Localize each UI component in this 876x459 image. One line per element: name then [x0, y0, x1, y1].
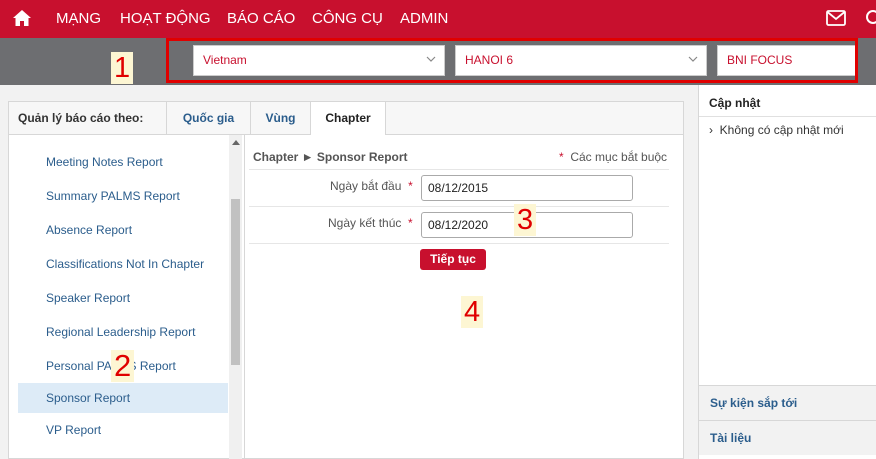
start-date-label-text: Ngày bắt đầu [330, 179, 402, 193]
report-tabs: Quản lý báo cáo theo: Quốc gia Vùng Chap… [9, 102, 683, 135]
report-item-absence[interactable]: Absence Report [18, 215, 228, 245]
form-divider [249, 169, 669, 170]
updates-item: › Không có cập nhật mới [709, 123, 844, 137]
tab-chapter[interactable]: Chapter [310, 102, 386, 135]
upcoming-events-section[interactable]: Sự kiện sắp tới [699, 385, 876, 420]
form-divider [249, 206, 669, 207]
report-item-vp[interactable]: VP Report [18, 415, 228, 445]
nav-admin[interactable]: ADMIN [400, 10, 448, 27]
required-star: * [559, 150, 564, 164]
updates-divider [699, 116, 876, 117]
report-list: Meeting Notes Report Summary PALMS Repor… [18, 135, 228, 459]
form-divider [249, 243, 669, 244]
end-date-label-text: Ngày kết thúc [328, 216, 402, 230]
nav-network[interactable]: MẠNG [56, 10, 101, 27]
report-item-speaker[interactable]: Speaker Report [18, 283, 228, 313]
home-icon[interactable] [12, 9, 32, 27]
top-navbar: MẠNG HOẠT ĐỘNG BÁO CÁO CÔNG CỤ ADMIN [0, 0, 876, 38]
report-panel: Quản lý báo cáo theo: Quốc gia Vùng Chap… [8, 101, 684, 459]
required-star: * [408, 179, 413, 193]
annotation-marker-2: 2 [111, 350, 135, 382]
start-date-input[interactable]: 08/12/2015 [421, 175, 633, 201]
scroll-up-arrow-icon[interactable] [232, 140, 240, 145]
annotation-marker-3: 3 [514, 204, 537, 236]
annotation-box-1 [166, 38, 858, 83]
documents-label: Tài liệu [710, 431, 752, 445]
annotation-marker-1: 1 [111, 52, 134, 84]
report-item-regional-leadership[interactable]: Regional Leadership Report [18, 317, 228, 347]
nav-tools[interactable]: CÔNG CỤ [312, 10, 383, 27]
report-list-scrollbar[interactable] [229, 135, 242, 459]
search-icon[interactable] [865, 9, 876, 27]
right-sidebar: Cập nhật › Không có cập nhật mới Sự kiện… [698, 85, 876, 459]
panel-divider [244, 135, 245, 459]
report-item-meeting-notes[interactable]: Meeting Notes Report [18, 147, 228, 177]
updates-item-text: Không có cập nhật mới [719, 123, 844, 137]
upcoming-events-label: Sự kiện sắp tới [710, 396, 798, 410]
mail-icon[interactable] [826, 10, 846, 26]
breadcrumb: Chapter ► Sponsor Report [253, 150, 408, 164]
report-item-classifications[interactable]: Classifications Not In Chapter [18, 249, 228, 279]
scrollbar-thumb[interactable] [231, 199, 240, 365]
tab-country[interactable]: Quốc gia [166, 102, 250, 134]
required-note: * Các mục bắt buộc [559, 150, 667, 164]
annotation-marker-4: 4 [461, 296, 484, 328]
tab-region[interactable]: Vùng [250, 102, 310, 134]
continue-button[interactable]: Tiếp tục [420, 249, 486, 270]
documents-section[interactable]: Tài liệu [699, 420, 876, 455]
start-date-label: Ngày bắt đầu * [330, 179, 413, 193]
updates-title: Cập nhật [709, 96, 761, 110]
end-date-label: Ngày kết thúc * [328, 216, 413, 230]
required-note-text: Các mục bắt buộc [570, 150, 668, 164]
nav-reports[interactable]: BÁO CÁO [227, 10, 295, 27]
required-star: * [408, 216, 413, 230]
report-item-sponsor[interactable]: Sponsor Report [18, 383, 228, 413]
nav-activities[interactable]: HOẠT ĐỘNG [120, 10, 211, 27]
report-item-summary-palms[interactable]: Summary PALMS Report [18, 181, 228, 211]
tabs-label: Quản lý báo cáo theo: [18, 111, 144, 125]
